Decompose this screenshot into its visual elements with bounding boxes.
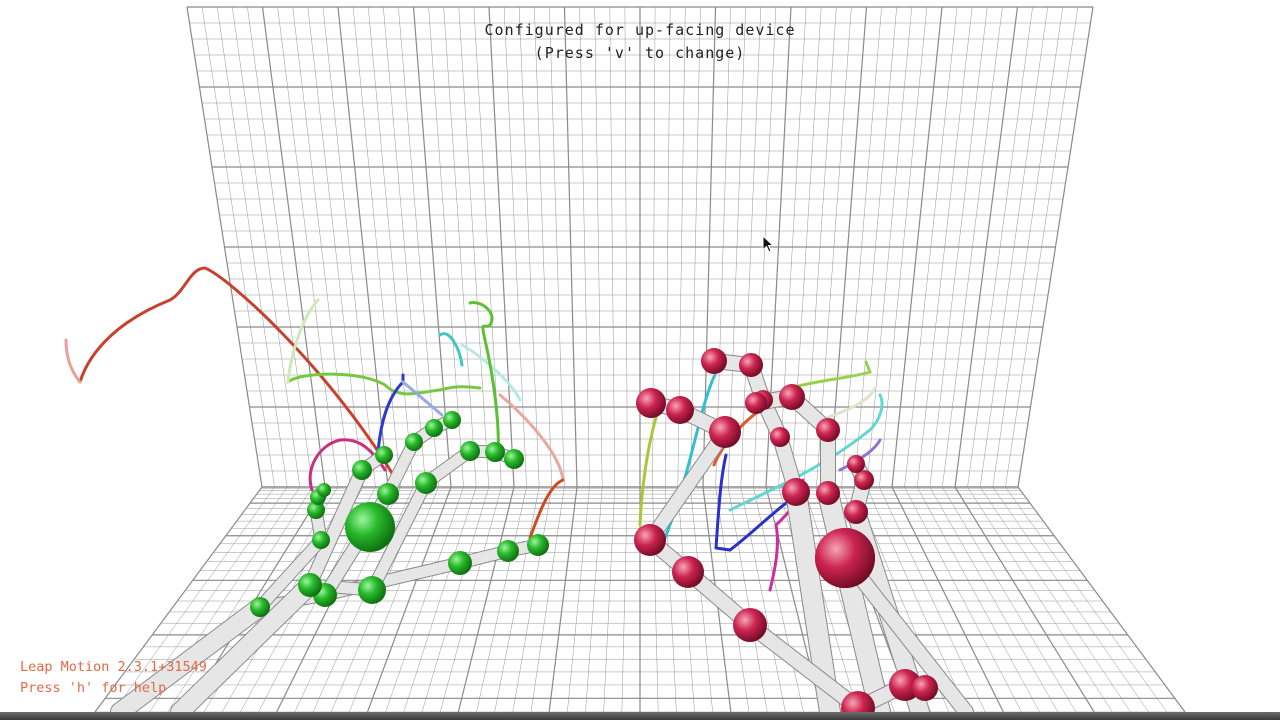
joint: [739, 353, 763, 377]
joint: [358, 576, 386, 604]
joint: [854, 470, 874, 490]
trail-blue-fade: [401, 380, 444, 417]
floor-grid-line: [548, 486, 578, 712]
trail-right-green: [638, 398, 664, 527]
help-hint: Press 'h' for help: [20, 680, 167, 696]
mouse-cursor-icon: [762, 235, 774, 253]
joint: [816, 481, 840, 505]
joint: [298, 573, 322, 597]
right-hand-skeleton: [634, 348, 974, 712]
joint: [460, 441, 480, 461]
back-wall-grid: [186, 6, 1094, 488]
floor-grid-line: [112, 486, 275, 712]
floor-grid-line: [403, 486, 477, 712]
joint: [497, 540, 519, 562]
trail-teal: [438, 332, 464, 367]
joint: [425, 419, 443, 437]
joint: [443, 411, 461, 429]
joint: [666, 396, 694, 424]
joint: [636, 388, 666, 418]
joint: [405, 433, 423, 451]
floor-grid-line: [457, 486, 515, 712]
joint: [312, 531, 330, 549]
trail-red: [78, 266, 397, 480]
floor-grid-line: [603, 486, 616, 712]
joint: [709, 416, 741, 448]
bone: [743, 618, 865, 712]
joint: [770, 427, 790, 447]
joint: [377, 483, 399, 505]
device-config-message: Configured for up-facing device: [484, 21, 796, 39]
floor-grid-line: [942, 486, 1077, 712]
joint: [912, 675, 938, 701]
joint: [317, 483, 331, 497]
joint: [375, 446, 393, 464]
joint: [844, 500, 868, 524]
joint: [448, 551, 472, 575]
floor-grid-line: [954, 486, 1095, 712]
joint: [779, 384, 805, 410]
floor-grid-line: [439, 486, 502, 712]
floor-grid-line: [1005, 486, 1168, 712]
joint: [527, 534, 549, 556]
floor-grid-line: [980, 486, 1131, 712]
trail-red-fade: [64, 338, 82, 384]
floor-grid-line: [567, 486, 590, 712]
floor-grid-line: [585, 486, 603, 712]
floor-grid-line: [1017, 486, 1186, 712]
joint: [250, 597, 270, 617]
floor-grid-line: [385, 486, 464, 712]
joint: [847, 455, 865, 473]
joint: [782, 478, 810, 506]
joint: [733, 608, 767, 642]
joint: [504, 449, 524, 469]
joint: [816, 418, 840, 442]
joint: [352, 460, 372, 480]
floor-grid-line: [967, 486, 1113, 712]
joint: [815, 528, 875, 588]
joint: [701, 348, 727, 374]
trail-green2: [468, 301, 500, 457]
bone: [643, 425, 732, 547]
floor-grid-line: [621, 486, 628, 712]
joint: [672, 556, 704, 588]
device-config-hint: (Press 'v' to change): [534, 44, 746, 62]
joint: [745, 392, 767, 414]
dock-strip: [0, 712, 1280, 720]
joint: [415, 472, 437, 494]
floor-grid-line: [992, 486, 1149, 712]
floor-grid-line: [677, 486, 695, 712]
motion-trails: [64, 266, 884, 592]
version-label: Leap Motion 2.3.1+31549: [20, 659, 207, 675]
joint: [345, 502, 395, 552]
floor-grid-line: [421, 486, 490, 712]
leap-visualizer-viewport[interactable]: [0, 0, 1280, 712]
joint: [485, 442, 505, 462]
joint: [634, 524, 666, 556]
